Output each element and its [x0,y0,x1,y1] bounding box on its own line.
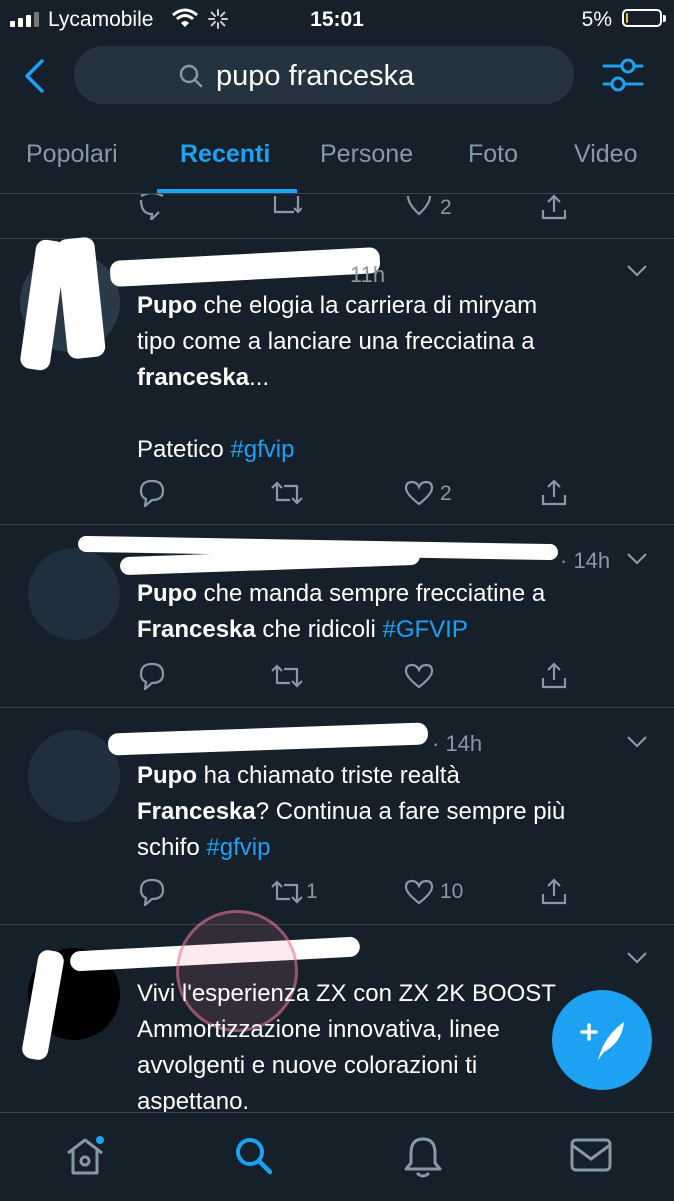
share-icon[interactable] [540,877,568,905]
share-icon[interactable] [540,194,568,220]
chevron-down-icon[interactable] [626,264,648,278]
clock: 15:01 [310,8,364,31]
tweet-body: Pupo che elogia la carriera di miryam ti… [137,292,538,463]
filter-icon[interactable] [602,56,644,94]
search-icon[interactable] [233,1135,275,1177]
battery-icon [622,9,666,27]
battery-level [626,13,628,23]
back-icon[interactable] [22,58,48,94]
compose-icon [580,1022,624,1060]
tab-persone[interactable]: Persone [320,140,413,169]
chevron-down-icon[interactable] [626,735,648,749]
like-icon[interactable] [404,480,434,506]
retweet-icon[interactable] [272,194,302,218]
like-count: 2 [440,196,452,219]
share-icon[interactable] [540,478,568,506]
hashtag-link[interactable]: #gfvip [230,436,294,463]
redaction [107,722,429,756]
tab-video[interactable]: Video [574,140,638,169]
status-bar: Lycamobile 15:01 5% [0,0,674,40]
tab-recenti[interactable]: Recenti [180,140,270,169]
divider [0,524,674,525]
search-icon [179,64,203,88]
chevron-down-icon[interactable] [626,951,648,965]
reply-icon[interactable] [137,878,167,906]
like-icon[interactable] [404,663,434,689]
like-count: 2 [440,482,452,505]
like-icon[interactable] [405,194,433,218]
tab-popolari[interactable]: Popolari [26,140,118,169]
avatar[interactable] [28,730,120,822]
compose-button[interactable] [552,990,652,1090]
reply-icon[interactable] [137,194,167,220]
search-input[interactable]: pupo franceska [74,46,574,104]
divider [0,238,674,239]
retweet-icon[interactable] [270,879,304,905]
retweet-icon[interactable] [270,663,304,689]
search-query: pupo franceska [216,60,415,92]
mail-icon[interactable] [569,1137,613,1173]
hashtag-link[interactable]: #gfvip [206,834,270,861]
reply-icon[interactable] [137,662,167,690]
tweet-time: · 14h [560,548,611,573]
chevron-down-icon[interactable] [626,552,648,566]
share-icon[interactable] [540,661,568,689]
battery-percent: 5% [581,8,612,31]
home-icon[interactable] [64,1135,106,1177]
divider [0,924,674,925]
divider [0,193,674,194]
tab-foto[interactable]: Foto [468,140,518,169]
like-icon[interactable] [404,879,434,905]
like-count: 10 [440,880,464,903]
retweet-count: 1 [306,880,318,903]
avatar[interactable] [28,548,120,640]
bell-icon[interactable] [402,1135,444,1179]
bottom-tab-bar [0,1112,674,1201]
divider [0,707,674,708]
tweet-time: · 14h [432,731,483,756]
tweet-body: Pupo ha chiamato triste realtà Franceska… [137,762,566,861]
hashtag-link[interactable]: #GFVIP [382,616,467,643]
redaction [109,246,381,288]
tweet-body: Pupo che manda sempre frecciatine a Fran… [137,580,546,643]
tweet-time: 11h [350,262,386,287]
retweet-icon[interactable] [270,480,304,506]
reply-icon[interactable] [137,479,167,507]
